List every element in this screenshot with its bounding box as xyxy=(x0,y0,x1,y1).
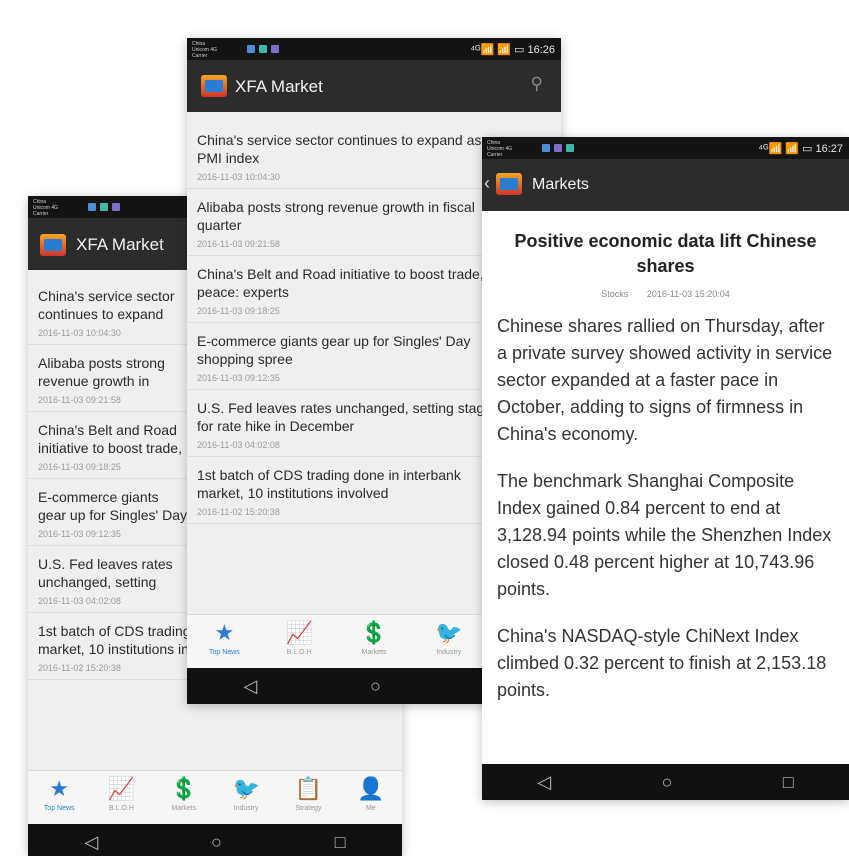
notification-icon xyxy=(247,45,255,53)
tab-strategy[interactable]: 📋 Strategy xyxy=(277,771,339,825)
tab-markets[interactable]: 💲 Markets xyxy=(337,615,412,669)
nav-bar: ◁ ○ □ xyxy=(28,824,402,856)
notification-icon xyxy=(566,144,574,152)
notification-icon xyxy=(542,144,550,152)
article-paragraph: The benchmark Shanghai Composite Index g… xyxy=(497,471,832,599)
dollar-icon: 💲 xyxy=(360,620,388,645)
tab-label: Markets xyxy=(361,649,387,656)
home-icon[interactable]: ○ xyxy=(662,772,673,793)
tab-label: Strategy xyxy=(295,805,322,812)
notification-icon xyxy=(112,203,120,211)
notification-icon xyxy=(259,45,267,53)
status-right: ⁴ᴳ📶 📶 ▭ 16:27 xyxy=(758,142,843,155)
back-icon[interactable]: ◁ xyxy=(243,676,257,697)
star-icon: ★ xyxy=(49,776,70,801)
news-headline: China's Belt and Road initiative to boos… xyxy=(197,266,484,300)
tab-me[interactable]: 👤 Me xyxy=(340,771,402,825)
chart-icon: 📈 xyxy=(107,776,136,801)
tab-bloh[interactable]: 📈 B.L.O.H xyxy=(262,615,337,669)
tab-bloh[interactable]: 📈 B.L.O.H xyxy=(90,771,152,825)
notification-icons xyxy=(542,144,574,152)
status-bar: China Unicom 4G Carrier ⁴ᴳ📶 📶 ▭ 16:27 xyxy=(482,137,849,159)
notification-icon xyxy=(100,203,108,211)
recent-apps-icon[interactable]: □ xyxy=(783,772,794,793)
article-title: Positive economic data lift Chinese shar… xyxy=(514,231,817,276)
tab-top-news[interactable]: ★ Top News xyxy=(187,615,262,669)
recent-apps-icon[interactable]: □ xyxy=(335,832,346,853)
tab-label: B.L.O.H xyxy=(109,805,134,812)
dollar-icon: 💲 xyxy=(170,776,198,801)
star-icon: ★ xyxy=(214,620,235,645)
app-bar: ‹ Markets xyxy=(482,159,849,211)
app-logo-icon xyxy=(496,173,522,195)
news-headline: U.S. Fed leaves rates unchanged, setting… xyxy=(197,400,492,434)
document-search-icon: 📋 xyxy=(294,776,323,801)
news-headline: China's service sector continues to expa… xyxy=(197,132,482,166)
back-arrow-icon[interactable]: ‹ xyxy=(484,173,490,194)
notification-icons xyxy=(247,45,279,53)
article-paragraph: Chinese shares rallied on Thursday, afte… xyxy=(497,316,833,444)
news-headline: E-commerce giants gear up for Singles' D… xyxy=(38,489,187,523)
tab-top-news[interactable]: ★ Top News xyxy=(28,771,90,825)
status-right: ⁴ᴳ📶 📶 ▭ 16:26 xyxy=(470,43,555,56)
article-category: Stocks xyxy=(601,289,629,299)
news-headline: Alibaba posts strong revenue growth in f… xyxy=(38,355,165,389)
tab-label: Me xyxy=(365,805,376,812)
news-headline: 1st batch of CDS trading done in interba… xyxy=(197,467,461,501)
news-headline: U.S. Fed leaves rates unchanged, setting… xyxy=(38,556,173,590)
notification-icon xyxy=(88,203,96,211)
app-logo-icon xyxy=(201,75,227,97)
news-headline: China's Belt and Road initiative to boos… xyxy=(38,422,182,456)
back-icon[interactable]: ◁ xyxy=(84,832,98,853)
article: Positive economic data lift Chinese shar… xyxy=(482,211,849,704)
app-logo-icon xyxy=(40,234,66,256)
tab-label: Markets xyxy=(171,805,197,812)
home-icon[interactable]: ○ xyxy=(211,832,222,853)
search-icon[interactable]: ⚲ xyxy=(531,74,543,94)
back-icon[interactable]: ◁ xyxy=(537,772,551,793)
app-bar: XFA Market ⚲ xyxy=(187,60,561,112)
carrier-label: China Unicom 4G Carrier xyxy=(192,41,218,59)
signal-icons: ⁴ᴳ📶 📶 ▭ xyxy=(758,143,813,155)
bird-icon: 🐦 xyxy=(232,776,260,801)
news-headline: Alibaba posts strong revenue growth in f… xyxy=(197,199,475,233)
status-time: 16:26 xyxy=(527,44,555,56)
news-headline: China's service sector continues to expa… xyxy=(38,288,175,322)
chart-icon: 📈 xyxy=(285,620,313,645)
notification-icons xyxy=(88,203,120,211)
tab-markets[interactable]: 💲 Markets xyxy=(153,771,215,825)
status-time: 16:27 xyxy=(815,143,843,155)
article-meta: Stocks 2016-11-03 15:20:04 xyxy=(482,289,849,299)
person-icon: 👤 xyxy=(357,776,385,801)
tab-industry[interactable]: 🐦 Industry xyxy=(215,771,277,825)
notification-icon xyxy=(271,45,279,53)
article-time: 2016-11-03 15:20:04 xyxy=(646,289,730,299)
nav-bar: ◁ ○ □ xyxy=(482,764,849,800)
bird-icon: 🐦 xyxy=(435,620,463,645)
app-title: XFA Market xyxy=(235,77,323,96)
app-title: XFA Market xyxy=(76,235,164,254)
phone-right: China Unicom 4G Carrier ⁴ᴳ📶 📶 ▭ 16:27 ‹ … xyxy=(482,137,849,800)
signal-icons: ⁴ᴳ📶 📶 ▭ xyxy=(470,44,525,56)
tab-label: Industry xyxy=(436,649,462,656)
tab-label: Top News xyxy=(43,805,75,812)
article-paragraph: China's NASDAQ-style ChiNext Index climb… xyxy=(497,626,827,700)
carrier-label: China Unicom 4G Carrier xyxy=(33,199,59,217)
notification-icon xyxy=(554,144,562,152)
tab-label: Industry xyxy=(233,805,259,812)
screen-title: Markets xyxy=(532,176,589,193)
tab-bar: ★ Top News 📈 B.L.O.H 💲 Markets 🐦 Industry 📋 S… xyxy=(28,770,402,825)
tab-industry[interactable]: 🐦 Industry xyxy=(411,615,486,669)
carrier-label: China Unicom 4G Carrier xyxy=(487,140,513,158)
status-bar: China Unicom 4G Carrier ⁴ᴳ📶 📶 ▭ 16:26 xyxy=(187,38,561,60)
tab-label: B.L.O.H xyxy=(286,649,312,656)
news-headline: E-commerce giants gear up for Singles' D… xyxy=(197,333,471,367)
tab-label: Top News xyxy=(209,649,240,656)
home-icon[interactable]: ○ xyxy=(370,676,381,697)
